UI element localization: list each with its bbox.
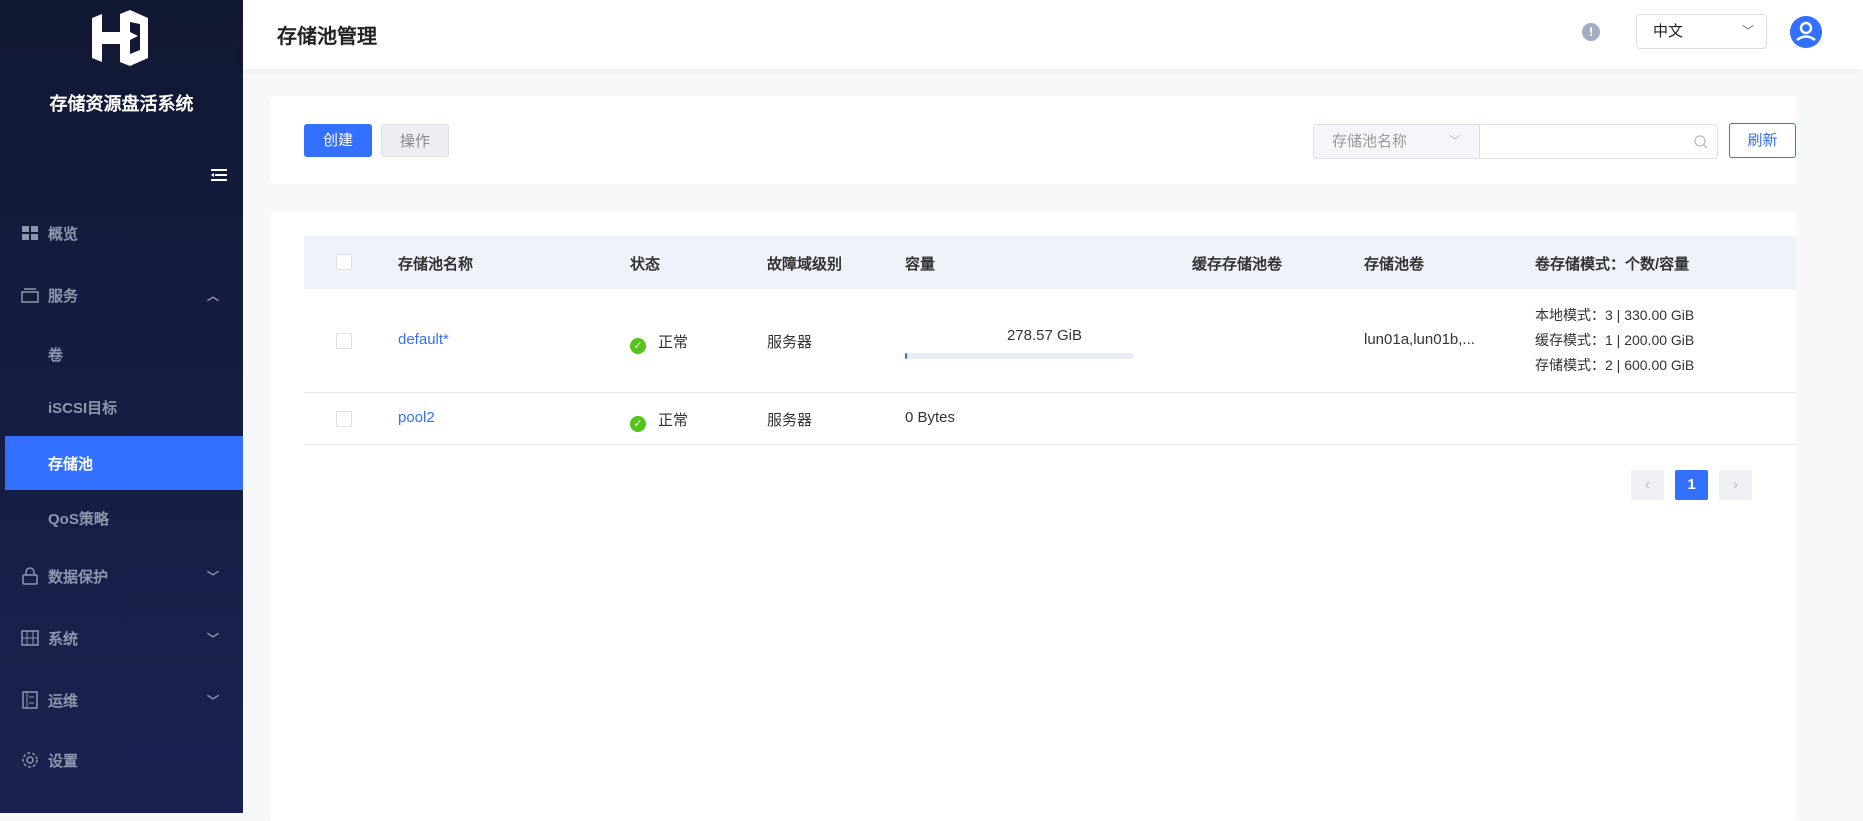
sidebar-item-system[interactable]: 系统 ﹀ [0,618,243,658]
column-header-name[interactable]: 存储池名称 [398,253,473,274]
pool-name-link[interactable]: default* [398,331,449,348]
sidebar-item-label: 系统 [48,630,79,648]
pool-volumes: lun01a,lun01b,... [1364,331,1475,348]
services-icon [21,288,39,303]
chevron-down-icon: ﹀ [207,569,220,584]
sidebar-item-label: 卷 [48,346,64,364]
language-select[interactable]: 中文 ﹀ [1636,14,1767,49]
sidebar-item-operations[interactable]: 运维 ﹀ [0,680,243,720]
gear-icon [22,752,38,768]
chevron-down-icon: ﹀ [1448,134,1461,148]
user-avatar-icon[interactable] [1790,16,1822,48]
status: ✓ 正常 [630,409,688,432]
collapse-menu-icon[interactable] [211,168,227,182]
sidebar-item-label: 概览 [48,225,79,243]
sidebar-item-label: QoS策略 [48,510,109,528]
mode-local: 本地模式：3 | 330.00 GiB [1535,307,1695,323]
sidebar-item-iscsi-targets[interactable]: iSCSI目标 [0,387,243,427]
next-page-button[interactable]: › [1719,470,1752,500]
sidebar-item-label: iSCSI目标 [48,399,118,417]
alert-icon[interactable]: ! [1582,23,1600,41]
mode-storage: 存储模式：2 | 600.00 GiB [1535,357,1695,373]
header: 存储池管理 ! 中文 ﹀ [243,0,1863,69]
column-header-volume-modes: 卷存储模式：个数/容量 [1535,256,1690,273]
row-checkbox[interactable] [336,411,352,427]
search-input[interactable] [1479,124,1718,159]
pool-name-link[interactable]: pool2 [398,409,435,426]
capacity-text: 0 Bytes [905,409,956,426]
table-row: default* ✓ 正常 服务器 278.57 GiB lun01a,lun01… [304,289,1796,393]
table-header: 存储池名称 状态 故障域级别 容量 缓存存储池卷 存储池卷 卷存储模式：个数/容… [304,236,1796,289]
lock-icon [22,567,38,585]
chevron-down-icon: ﹀ [1741,24,1754,38]
sidebar-item-storage-pools[interactable]: 存储池 [5,436,243,490]
search-field-select[interactable]: 存储池名称 ﹀ [1313,124,1480,159]
capacity-bar-fill [905,353,908,359]
column-header-cache-volume: 缓存存储池卷 [1192,256,1283,273]
operations-icon [22,691,38,709]
status-text: 正常 [658,412,689,429]
capacity-text: 278.57 GiB [1006,327,1082,344]
capacity-bar [905,353,1134,359]
sidebar-item-data-protection[interactable]: 数据保护 ﹀ [0,556,243,596]
sidebar-item-overview[interactable]: 概览 [0,213,243,253]
fault-domain: 服务器 [767,412,813,429]
chevron-up-icon: ︿ [207,288,220,303]
create-button[interactable]: 创建 [304,124,372,157]
page-title: 存储池管理 [277,26,377,48]
status: ✓ 正常 [630,331,688,354]
check-circle-icon: ✓ [630,416,646,432]
column-header-status: 状态 [630,256,661,273]
sidebar-item-settings[interactable]: 设置 [0,740,243,780]
page-1-button[interactable]: 1 [1675,470,1708,500]
fault-domain: 服务器 [767,334,813,351]
grid-icon [22,226,38,240]
status-text: 正常 [658,334,689,351]
sidebar-item-label: 设置 [48,752,79,770]
sidebar-item-label: 服务 [48,287,79,305]
search-field-value: 存储池名称 [1332,133,1408,150]
prev-page-button[interactable]: ‹ [1631,470,1664,500]
sidebar-item-label: 运维 [48,692,79,710]
chevron-down-icon: ﹀ [207,631,220,646]
sidebar-item-qos-policy[interactable]: QoS策略 [0,498,243,538]
chevron-down-icon: ﹀ [207,693,220,708]
operate-button[interactable]: 操作 [381,124,449,157]
refresh-button[interactable]: 刷新 [1729,123,1796,158]
logo-icon [92,10,148,66]
select-all-checkbox[interactable] [336,254,352,270]
language-value: 中文 [1653,23,1684,40]
column-header-fault-domain: 故障域级别 [767,256,843,273]
column-header-capacity: 容量 [905,256,936,273]
column-header-pool-volumes: 存储池卷 [1364,256,1425,273]
search-icon[interactable] [1694,135,1708,149]
toolbar-card: 创建 操作 存储池名称 ﹀ 刷新 [270,96,1796,184]
table-row: pool2 ✓ 正常 服务器 0 Bytes [304,393,1796,445]
check-circle-icon: ✓ [630,338,646,354]
system-icon [21,630,39,646]
sidebar-item-label: 数据保护 [48,568,109,586]
sidebar-item-label: 存储池 [48,455,94,473]
mode-cache: 缓存模式：1 | 200.00 GiB [1535,332,1695,348]
system-title: 存储资源盘活系统 [49,94,194,114]
sidebar-item-services[interactable]: 服务 ︿ [0,275,243,315]
table-card: 存储池名称 状态 故障域级别 容量 缓存存储池卷 存储池卷 卷存储模式：个数/容… [270,211,1796,821]
row-checkbox[interactable] [336,333,352,349]
sidebar-item-volumes[interactable]: 卷 [0,334,243,374]
sidebar: 存储资源盘活系统 概览 服务 ︿ 卷 iSCSI目标 存储池 QoS策略 数据保… [0,0,243,813]
